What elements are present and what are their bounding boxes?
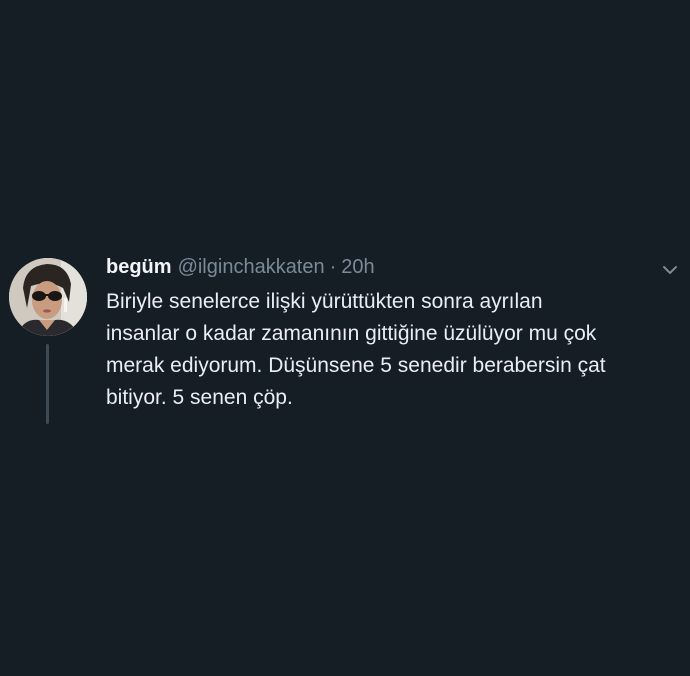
tweet-text: Biriyle senelerce ilişki yürüttükten son… [106,290,606,409]
thread-line [46,344,49,424]
tweet[interactable]: begüm @ilginchakkaten · 20h Biriyle sene… [0,0,690,676]
avatar[interactable] [9,258,87,336]
chevron-down-icon[interactable] [662,262,678,278]
display-name[interactable]: begüm [106,256,172,279]
separator: · [329,256,337,278]
user-handle[interactable]: @ilginchakkaten [178,256,325,279]
timestamp[interactable]: 20h [341,256,374,279]
avatar-image [9,258,87,336]
tweet-header: begüm @ilginchakkaten · 20h [106,256,375,284]
